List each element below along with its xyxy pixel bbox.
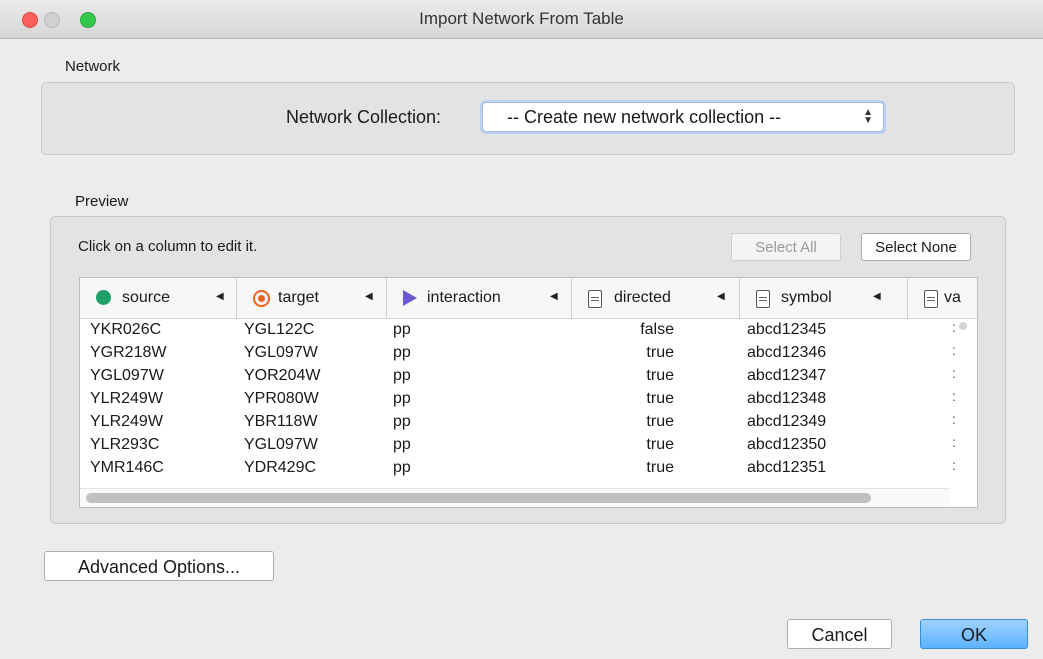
- column-label: source: [122, 289, 171, 306]
- table-cell: YPR080W: [244, 390, 319, 407]
- table-cell: abcd12347: [747, 367, 827, 384]
- column-label: symbol: [781, 289, 832, 306]
- table-row: YLR249W YPR080W pp true abcd12348:: [80, 388, 956, 411]
- preview-hint: Click on a column to edit it.: [78, 238, 258, 255]
- table-cell: true: [646, 344, 674, 361]
- column-label: directed: [614, 289, 671, 306]
- select-arrows-icon: ▲ ▼: [863, 107, 873, 126]
- table-row: YLR293C YGL097W pp true abcd12350:: [80, 434, 956, 457]
- table-cell: YKR026C: [90, 321, 162, 338]
- table-cell: true: [646, 413, 674, 430]
- column-menu-arrow-icon[interactable]: ◀: [550, 291, 558, 302]
- table-cell: abcd12346: [747, 344, 827, 361]
- table-cell: pp: [393, 390, 411, 407]
- truncated-cell-indicator: :: [952, 342, 956, 358]
- select-all-button[interactable]: Select All: [731, 233, 841, 261]
- table-cell: pp: [393, 413, 411, 430]
- table-cell: true: [646, 390, 674, 407]
- column-header-directed[interactable]: directed ◀: [572, 278, 740, 318]
- document-icon: [588, 290, 602, 308]
- target-node-icon: [253, 290, 270, 307]
- table-cell: pp: [393, 367, 411, 384]
- table-cell: YGL097W: [244, 344, 318, 361]
- table-cell: pp: [393, 344, 411, 361]
- table-row: YKR026C YGL122C pp false abcd12345:: [80, 319, 956, 342]
- table-row: YMR146C YDR429C pp true abcd12351:: [80, 457, 956, 480]
- advanced-options-button[interactable]: Advanced Options...: [44, 551, 274, 581]
- table-cell: abcd12351: [747, 459, 827, 476]
- column-header-va[interactable]: va: [908, 278, 977, 318]
- table-row: YLR249W YBR118W pp true abcd12349:: [80, 411, 956, 434]
- table-cell: YDR429C: [244, 459, 317, 476]
- table-cell: false: [640, 321, 674, 338]
- preview-table: source ◀ target ◀ interaction ◀ directed…: [79, 277, 978, 508]
- network-section-label: Network: [65, 58, 121, 75]
- table-cell: abcd12345: [747, 321, 827, 338]
- truncated-cell-indicator: :: [952, 319, 956, 335]
- document-icon: [924, 290, 938, 308]
- table-cell: YGR218W: [90, 344, 167, 361]
- column-header-symbol[interactable]: symbol ◀: [740, 278, 908, 318]
- table-cell: abcd12350: [747, 436, 827, 453]
- column-menu-arrow-icon[interactable]: ◀: [717, 291, 725, 302]
- table-cell: pp: [393, 459, 411, 476]
- column-label: va: [944, 289, 961, 306]
- horizontal-scrollbar[interactable]: [80, 488, 950, 507]
- table-cell: true: [646, 367, 674, 384]
- truncated-cell-indicator: :: [952, 365, 956, 381]
- table-header: source ◀ target ◀ interaction ◀ directed…: [80, 278, 977, 319]
- ok-button[interactable]: OK: [920, 619, 1028, 649]
- title-bar: Import Network From Table: [0, 0, 1043, 39]
- column-header-interaction[interactable]: interaction ◀: [387, 278, 572, 318]
- table-cell: YLR249W: [90, 413, 163, 430]
- horizontal-scroll-thumb[interactable]: [86, 493, 871, 503]
- table-cell: true: [646, 436, 674, 453]
- document-icon: [756, 290, 770, 308]
- column-header-target[interactable]: target ◀: [237, 278, 387, 318]
- column-menu-arrow-icon[interactable]: ◀: [216, 291, 224, 302]
- preview-section-label: Preview: [75, 193, 129, 210]
- column-header-source[interactable]: source ◀: [80, 278, 237, 318]
- table-cell: YOR204W: [244, 367, 321, 384]
- truncated-cell-indicator: :: [952, 388, 956, 404]
- table-row: YGL097W YOR204W pp true abcd12347:: [80, 365, 956, 388]
- window-title: Import Network From Table: [419, 9, 624, 28]
- column-label: target: [278, 289, 319, 306]
- select-none-button[interactable]: Select None: [861, 233, 971, 261]
- table-cell: YGL122C: [244, 321, 315, 338]
- table-cell: abcd12348: [747, 390, 827, 407]
- column-menu-arrow-icon[interactable]: ◀: [365, 291, 373, 302]
- table-cell: YLR293C: [90, 436, 160, 453]
- column-menu-arrow-icon[interactable]: ◀: [873, 291, 881, 302]
- interaction-icon: [403, 290, 417, 306]
- table-cell: YBR118W: [244, 413, 318, 430]
- network-collection-select[interactable]: -- Create new network collection -- ▲ ▼: [482, 102, 884, 132]
- table-row: YGR218W YGL097W pp true abcd12346:: [80, 342, 956, 365]
- vertical-scrollbar[interactable]: [959, 322, 967, 330]
- table-cell: YLR249W: [90, 390, 163, 407]
- truncated-cell-indicator: :: [952, 434, 956, 450]
- table-cell: YGL097W: [244, 436, 318, 453]
- source-node-icon: [96, 290, 111, 305]
- table-cell: pp: [393, 436, 411, 453]
- truncated-cell-indicator: :: [952, 411, 956, 427]
- column-label: interaction: [427, 289, 501, 306]
- table-cell: pp: [393, 321, 411, 338]
- network-collection-label: Network Collection:: [286, 107, 442, 127]
- table-cell: YGL097W: [90, 367, 164, 384]
- cancel-button[interactable]: Cancel: [787, 619, 892, 649]
- network-collection-value: -- Create new network collection --: [507, 107, 782, 127]
- table-cell: YMR146C: [90, 459, 164, 476]
- table-cell: abcd12349: [747, 413, 827, 430]
- truncated-cell-indicator: :: [952, 457, 956, 473]
- table-cell: true: [646, 459, 674, 476]
